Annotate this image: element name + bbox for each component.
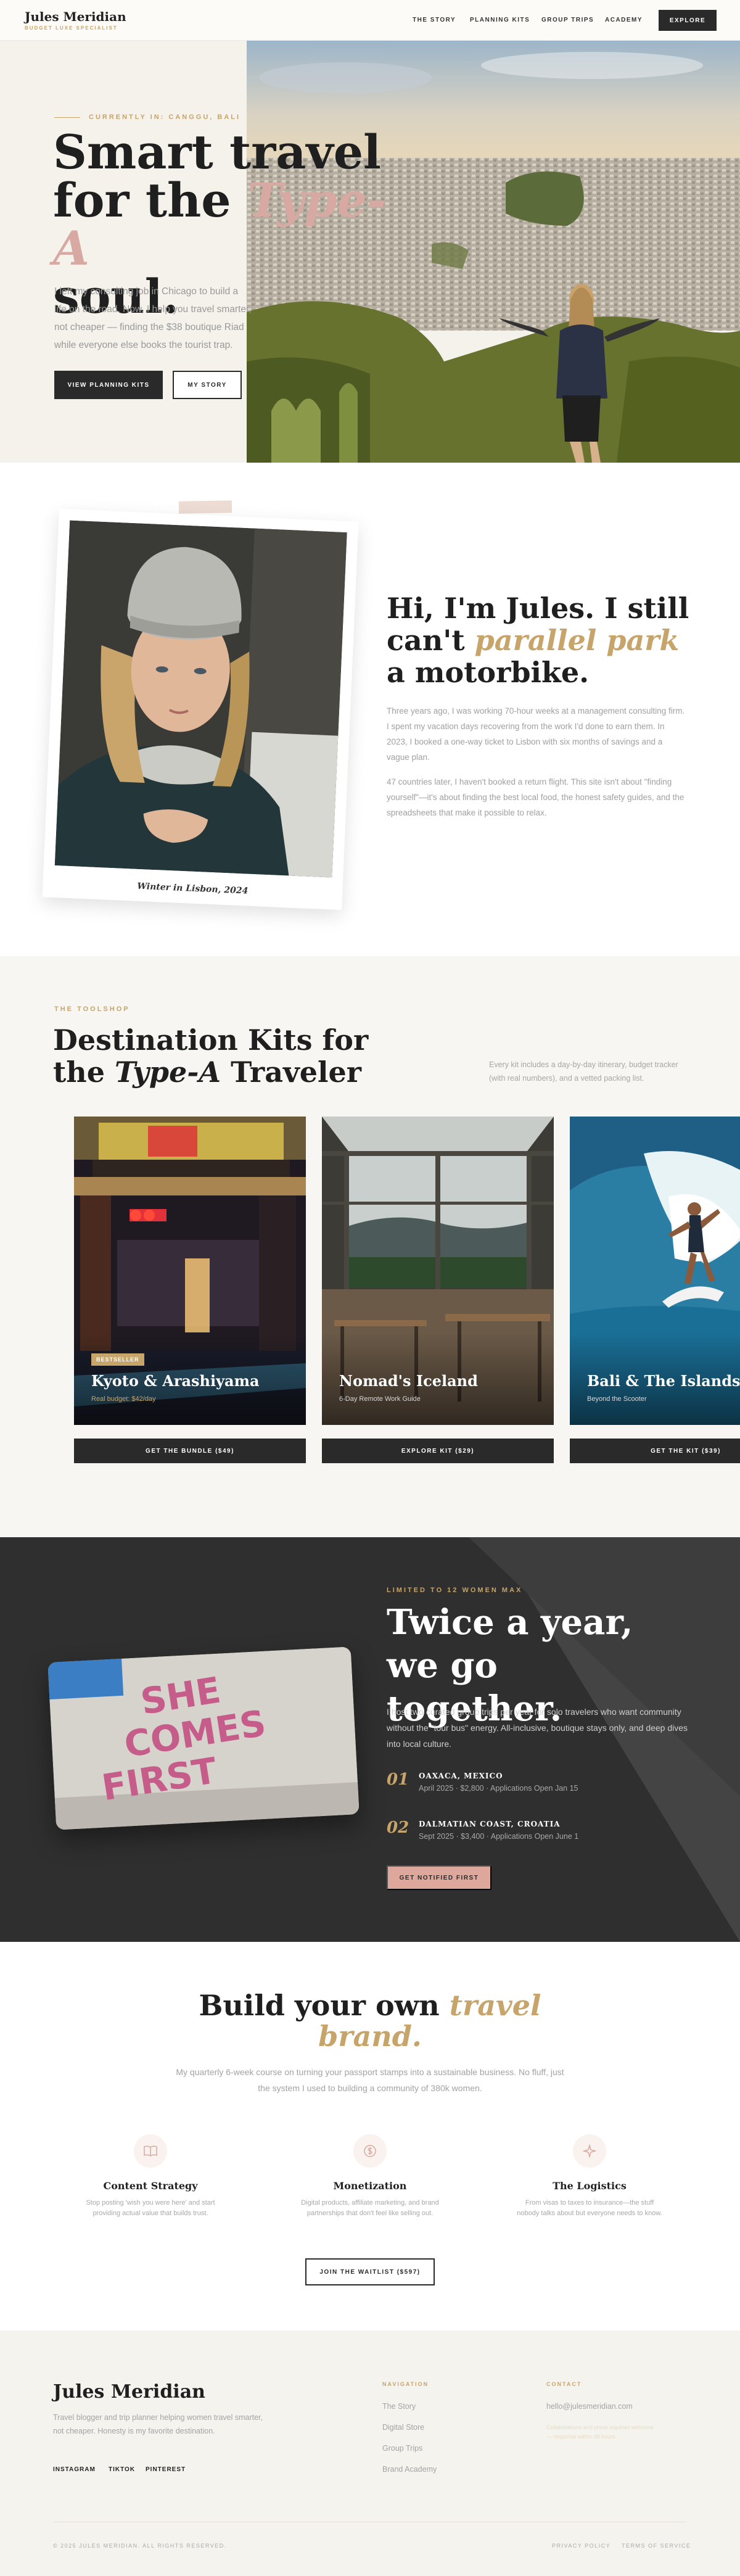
trip-number: 02 <box>387 1818 409 1837</box>
feature-text: From visas to taxes to insurance—the stu… <box>517 2199 662 2217</box>
nav-link-group-trips[interactable]: GROUP TRIPS <box>541 17 594 23</box>
about-paragraph-2: 47 countries later, I haven't booked a r… <box>387 777 684 817</box>
footer-link-store[interactable]: Digital Store <box>382 2423 424 2432</box>
nav-link-story[interactable]: THE STORY <box>413 17 456 23</box>
feature-text: Digital products, affiliate marketing, a… <box>301 2199 439 2217</box>
about-title: Hi, I'm Jules. I still can't parallel pa… <box>387 592 707 688</box>
polaroid-tape <box>178 500 232 514</box>
hero-title-line2: for the <box>53 173 248 228</box>
dollar-icon <box>353 2134 387 2168</box>
terms-link[interactable]: TERMS OF SERVICE <box>622 2543 691 2549</box>
hero-intro: I left my consulting job in Chicago to b… <box>54 286 252 350</box>
about-title-end: a motorbike. <box>387 656 590 689</box>
feature-monetization: Monetization Digital products, affiliate… <box>278 2134 462 2219</box>
trip-destination: OAXACA, MEXICO <box>419 1772 503 1780</box>
brand-description: My quarterly 6-week course on turning yo… <box>176 2067 564 2093</box>
social-link-pinterest[interactable]: PINTEREST <box>146 2466 186 2473</box>
kit-title-iceland: Nomad's Iceland <box>339 1372 478 1390</box>
footer-description: Travel blogger and trip planner helping … <box>53 2413 263 2435</box>
brand-title: Build your own travel brand. <box>0 1990 740 2052</box>
footer-nav-title: NAVIGATION <box>382 2381 429 2387</box>
eyebrow-line <box>54 117 80 118</box>
kit-card-kyoto[interactable]: BESTSELLER Kyoto & Arashiyama Real budge… <box>74 1117 306 1425</box>
sparkle-icon <box>573 2134 606 2168</box>
kit-badge-bestseller: BESTSELLER <box>91 1353 144 1366</box>
hero-location: CURRENTLY IN: CANGGU, BALI <box>54 114 240 121</box>
kit-button-bali[interactable]: GET THE KIT ($39) <box>570 1439 740 1463</box>
trip-details: April 2025 · $2,800 · Applications Open … <box>419 1784 578 1793</box>
trips-eyebrow: LIMITED TO 12 WOMEN MAX <box>387 1587 523 1594</box>
feature-title: The Logistics <box>553 2180 627 2192</box>
privacy-policy-link[interactable]: PRIVACY POLICY <box>552 2543 610 2549</box>
get-notified-button[interactable]: GET NOTIFIED FIRST <box>387 1865 491 1890</box>
brand-academy-section: Build your own travel brand. My quarterl… <box>0 1942 740 2330</box>
site-header: Jules Meridian BUDGET LUXE SPECIALIST TH… <box>0 0 740 41</box>
feature-text: Stop posting 'wish you were here' and st… <box>86 2199 215 2217</box>
kit-subtitle-kyoto: Real budget: $42/day <box>91 1395 156 1403</box>
trip-number: 01 <box>387 1770 409 1789</box>
my-story-button[interactable]: MY STORY <box>173 371 242 399</box>
brand-title-accent-2: brand. <box>318 2020 422 2053</box>
feature-logistics: The Logistics From visas to taxes to ins… <box>497 2134 682 2219</box>
join-waitlist-button[interactable]: JOIN THE WAITLIST ($597) <box>305 2258 435 2285</box>
trip-details: Sept 2025 · $3,400 · Applications Open J… <box>419 1832 579 1841</box>
group-trips-section: SHE COMES FIRST LIMITED TO 12 WOMEN MAX … <box>0 1537 740 1942</box>
about-section: Winter in Lisbon, 2024 Hi, I'm Jules. I … <box>0 463 740 956</box>
footer-copyright: © 2025 JULES MERIDIAN. ALL RIGHTS RESERV… <box>53 2543 227 2549</box>
trips-description: I host two curated group trips per year … <box>387 1707 688 1749</box>
kit-title-kyoto: Kyoto & Arashiyama <box>91 1372 260 1390</box>
footer-link-academy[interactable]: Brand Academy <box>382 2465 437 2474</box>
kit-subtitle-bali: Beyond the Scooter <box>587 1395 647 1403</box>
kits-section: THE TOOLSHOP Destination Kits for the Ty… <box>0 956 740 1537</box>
kits-title-accent: Type-A <box>114 1055 221 1089</box>
brand-title-start: Build your own <box>199 1989 450 2022</box>
footer-contact-note: Collaborations and press inquiries welco… <box>546 2424 654 2440</box>
portrait-image <box>54 520 347 878</box>
polaroid-photo: Winter in Lisbon, 2024 <box>42 508 359 910</box>
footer-link-story[interactable]: The Story <box>382 2402 416 2411</box>
kits-title-line1: Destination Kits for <box>53 1023 369 1057</box>
hero-section: CURRENTLY IN: CANGGU, BALI Smart travel … <box>0 41 740 463</box>
site-logo[interactable]: Jules Meridian <box>25 9 126 24</box>
feature-content-strategy: Content Strategy Stop posting 'wish you … <box>58 2134 243 2219</box>
view-planning-kits-button[interactable]: VIEW PLANNING KITS <box>54 371 163 399</box>
footer-contact-title: CONTACT <box>546 2381 582 2387</box>
kits-title-line2-end: Traveler <box>221 1055 362 1089</box>
polaroid-caption: Winter in Lisbon, 2024 <box>137 881 249 896</box>
kit-card-bali[interactable]: Bali & The Islands Beyond the Scooter <box>570 1117 740 1425</box>
nav-link-planning-kits[interactable]: PLANNING KITS <box>470 17 530 23</box>
about-title-accent: parallel park <box>474 624 680 657</box>
site-tagline: BUDGET LUXE SPECIALIST <box>25 25 118 31</box>
hero-location-text: CURRENTLY IN: CANGGU, BALI <box>89 114 241 121</box>
kit-button-kyoto[interactable]: GET THE BUNDLE ($49) <box>74 1439 306 1463</box>
kit-subtitle-iceland: 6-Day Remote Work Guide <box>339 1395 421 1403</box>
kit-card-iceland[interactable]: Nomad's Iceland 6-Day Remote Work Guide <box>322 1117 554 1425</box>
kits-title-line2-start: the <box>53 1055 115 1089</box>
hero-title-line1: Smart travel <box>53 125 381 180</box>
brand-title-accent: travel <box>449 1989 541 2022</box>
social-link-instagram[interactable]: INSTAGRAM <box>53 2466 96 2473</box>
kits-title: Destination Kits for the Type-A Traveler <box>53 1024 398 1088</box>
about-paragraph-1: Three years ago, I was working 70-hour w… <box>387 706 685 762</box>
kits-description: Every kit includes a day-by-day itinerar… <box>489 1060 678 1083</box>
footer-link-group-trips[interactable]: Group Trips <box>382 2444 422 2453</box>
feature-title: Monetization <box>333 2180 407 2192</box>
footer-email-link[interactable]: hello@julesmeridian.com <box>546 2402 633 2411</box>
social-link-tiktok[interactable]: TIKTOK <box>109 2466 135 2473</box>
kits-eyebrow: THE TOOLSHOP <box>54 1005 130 1013</box>
site-footer: Jules Meridian Travel blogger and trip p… <box>0 2330 740 2576</box>
footer-logo[interactable]: Jules Meridian <box>53 2381 205 2403</box>
kit-button-iceland[interactable]: EXPLORE KIT ($29) <box>322 1439 554 1463</box>
kit-title-bali: Bali & The Islands <box>587 1372 740 1390</box>
trips-photo: SHE COMES FIRST <box>47 1646 360 1830</box>
feature-title: Content Strategy <box>103 2180 198 2192</box>
trip-destination: DALMATIAN COAST, CROATIA <box>419 1820 561 1828</box>
explore-button[interactable]: EXPLORE <box>659 10 717 31</box>
book-icon <box>134 2134 167 2168</box>
nav-link-academy[interactable]: ACADEMY <box>605 17 643 23</box>
she-comes-first-image: SHE COMES FIRST <box>47 1646 360 1830</box>
